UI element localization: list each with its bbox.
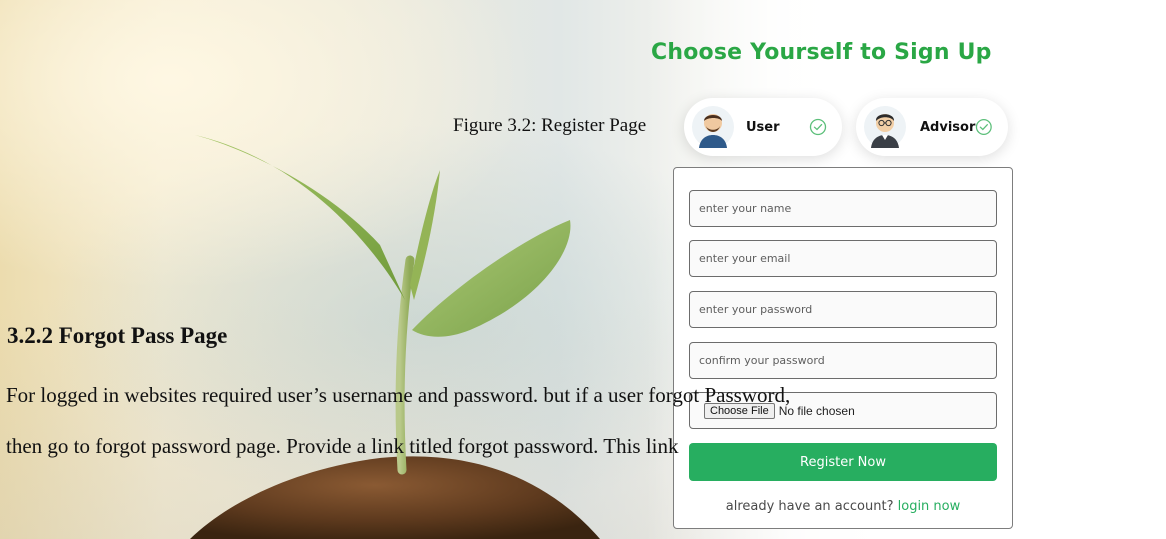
figure-caption: Figure 3.2: Register Page [453, 115, 647, 136]
name-input[interactable] [689, 190, 997, 227]
confirm-password-input[interactable] [689, 342, 997, 379]
password-input[interactable] [689, 291, 997, 328]
email-input[interactable] [689, 240, 997, 277]
login-prompt-text: already have an account? [725, 499, 894, 514]
register-page-screenshot: Choose Yourself to Sign Up User Advisor [0, 0, 1166, 539]
login-now-link[interactable]: login now [898, 499, 961, 514]
role-option-user[interactable]: User [684, 98, 842, 156]
signup-title: Choose Yourself to Sign Up [651, 40, 992, 65]
check-circle-icon [976, 119, 993, 135]
login-prompt: already have an account? login now [674, 499, 1012, 514]
role-label-advisor: Advisor [920, 119, 976, 135]
role-option-advisor[interactable]: Advisor [856, 98, 1008, 156]
register-now-button[interactable]: Register Now [689, 443, 997, 481]
register-form: Choose File No file chosen Register Now … [673, 167, 1013, 529]
role-label-user: User [746, 119, 780, 135]
paragraph-line-2: then go to forgot password page. Provide… [6, 434, 679, 458]
check-circle-icon [809, 118, 827, 136]
section-heading: 3.2.2 Forgot Pass Page [7, 323, 228, 348]
user-avatar-icon [692, 106, 734, 148]
paragraph-line-1: For logged in websites required user’s u… [6, 383, 791, 407]
advisor-avatar-icon [864, 106, 906, 148]
